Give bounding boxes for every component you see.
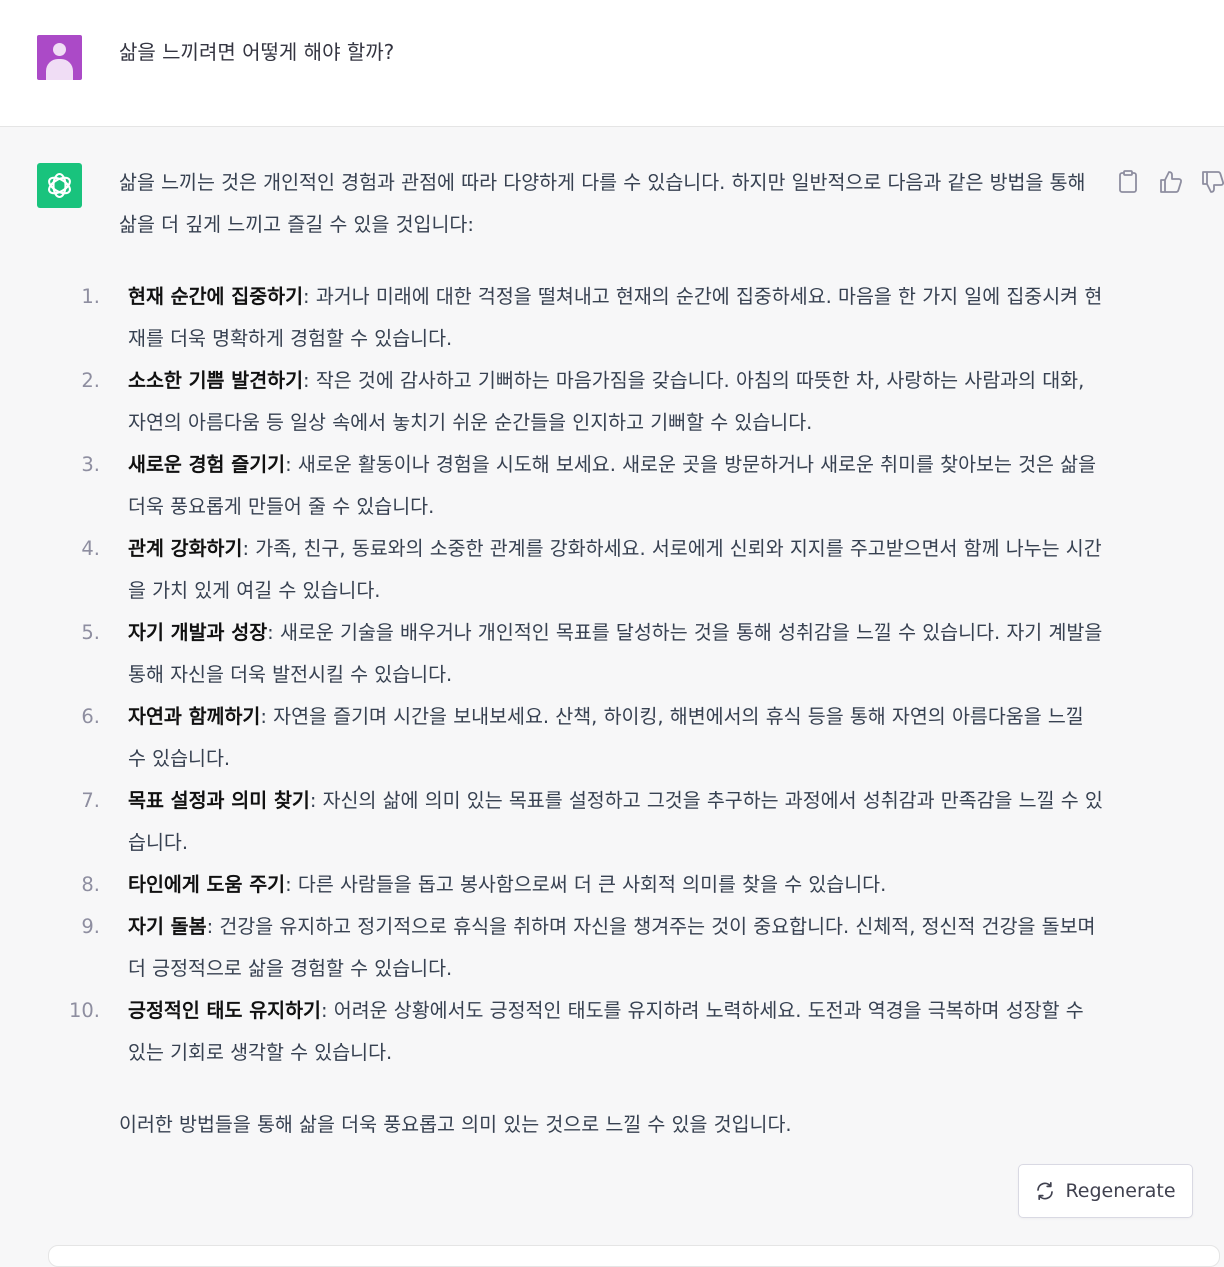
user-message-text: 삶을 느끼려면 어떻게 해야 할까?: [119, 40, 395, 64]
item-text: : 다른 사람들을 돕고 봉사함으로써 더 큰 사회적 의미를 찾을 수 있습니…: [285, 873, 887, 896]
item-number: 9.: [81, 915, 100, 938]
item-number: 6.: [81, 705, 100, 728]
assistant-avatar: [37, 163, 82, 208]
thumbs-down-button[interactable]: [1200, 168, 1224, 196]
list-item: 4. 관계 강화하기: 가족, 친구, 동료와의 소중한 관계를 강화하세요. 서…: [81, 528, 1104, 612]
item-text: : 가족, 친구, 동료와의 소중한 관계를 강화하세요. 서로에게 신뢰와 지…: [128, 537, 1102, 602]
item-text: : 자연을 즐기며 시간을 보내보세요. 산책, 하이킹, 해변에서의 휴식 등…: [128, 705, 1084, 770]
list-item: 6. 자연과 함께하기: 자연을 즐기며 시간을 보내보세요. 산책, 하이킹, …: [81, 696, 1104, 780]
item-number: 7.: [81, 789, 100, 812]
item-text: : 새로운 기술을 배우거나 개인적인 목표를 달성하는 것을 통해 성취감을 …: [128, 621, 1103, 686]
item-number: 3.: [81, 453, 100, 476]
list-item: 8. 타인에게 도움 주기: 다른 사람들을 돕고 봉사함으로써 더 큰 사회적 …: [81, 864, 1104, 906]
item-number: 5.: [81, 621, 100, 644]
list-item: 5. 자기 개발과 성장: 새로운 기술을 배우거나 개인적인 목표를 달성하는 …: [81, 612, 1104, 696]
item-title: 자연과 함께하기: [128, 705, 261, 728]
message-input[interactable]: [48, 1245, 1220, 1267]
item-title: 자기 개발과 성장: [128, 621, 268, 644]
item-title: 관계 강화하기: [128, 537, 243, 560]
clipboard-icon: [1119, 170, 1137, 193]
list-item: 9. 자기 돌봄: 건강을 유지하고 정기적으로 휴식을 취하며 자신을 챙겨주는…: [81, 906, 1104, 990]
list-item: 2. 소소한 기쁨 발견하기: 작은 것에 감사하고 기뻐하는 마음가짐을 갖습니…: [81, 360, 1104, 444]
user-message-row: 삶을 느끼려면 어떻게 해야 할까?: [0, 0, 1224, 127]
regenerate-label: Regenerate: [1065, 1180, 1176, 1202]
item-title: 현재 순간에 집중하기: [128, 285, 304, 308]
item-number: 1.: [81, 285, 100, 308]
thumbs-up-button[interactable]: [1158, 168, 1184, 196]
answer-intro: 삶을 느끼는 것은 개인적인 경험과 관점에 따라 다양하게 다를 수 있습니다…: [119, 171, 1086, 236]
answer-closing: 이러한 방법들을 통해 삶을 더욱 풍요롭고 의미 있는 것으로 느낄 수 있을…: [119, 1113, 792, 1136]
copy-button[interactable]: [1116, 168, 1142, 196]
openai-logo-icon: [48, 172, 71, 199]
list-item: 3. 새로운 경험 즐기기: 새로운 활동이나 경험을 시도해 보세요. 새로운 …: [81, 444, 1104, 528]
regenerate-button[interactable]: Regenerate: [1018, 1164, 1193, 1218]
item-number: 10.: [68, 999, 100, 1022]
list-item: 10. 긍정적인 태도 유지하기: 어려운 상황에서도 긍정적인 태도를 유지하려…: [69, 990, 1104, 1074]
item-title: 새로운 경험 즐기기: [128, 453, 286, 476]
list-item: 1. 현재 순간에 집중하기: 과거나 미래에 대한 걱정을 떨쳐내고 현재의 순…: [81, 276, 1104, 360]
assistant-message: 삶을 느끼는 것은 개인적인 경험과 관점에 따라 다양하게 다를 수 있습니다…: [69, 162, 1104, 1146]
list-item: 7. 목표 설정과 의미 찾기: 자신의 삶에 의미 있는 목표를 설정하고 그것…: [81, 780, 1104, 864]
item-text: : 건강을 유지하고 정기적으로 휴식을 취하며 자신을 챙겨주는 것이 중요합…: [128, 915, 1096, 980]
item-title: 소소한 기쁨 발견하기: [128, 369, 304, 392]
item-title: 타인에게 도움 주기: [128, 873, 286, 896]
item-number: 2.: [81, 369, 100, 392]
item-number: 8.: [81, 873, 100, 896]
item-title: 긍정적인 태도 유지하기: [128, 999, 321, 1022]
suggestion-list: 1. 현재 순간에 집중하기: 과거나 미래에 대한 걱정을 떨쳐내고 현재의 순…: [69, 276, 1104, 1074]
item-title: 목표 설정과 의미 찾기: [128, 789, 310, 812]
user-icon: [53, 43, 66, 56]
thumbs-down-icon: [1202, 171, 1224, 193]
item-title: 자기 돌봄: [128, 915, 207, 938]
user-avatar: [37, 35, 82, 80]
message-actions: [1116, 168, 1224, 196]
refresh-icon: [1037, 1181, 1054, 1201]
item-number: 4.: [81, 537, 100, 560]
thumbs-up-icon: [1160, 171, 1183, 193]
